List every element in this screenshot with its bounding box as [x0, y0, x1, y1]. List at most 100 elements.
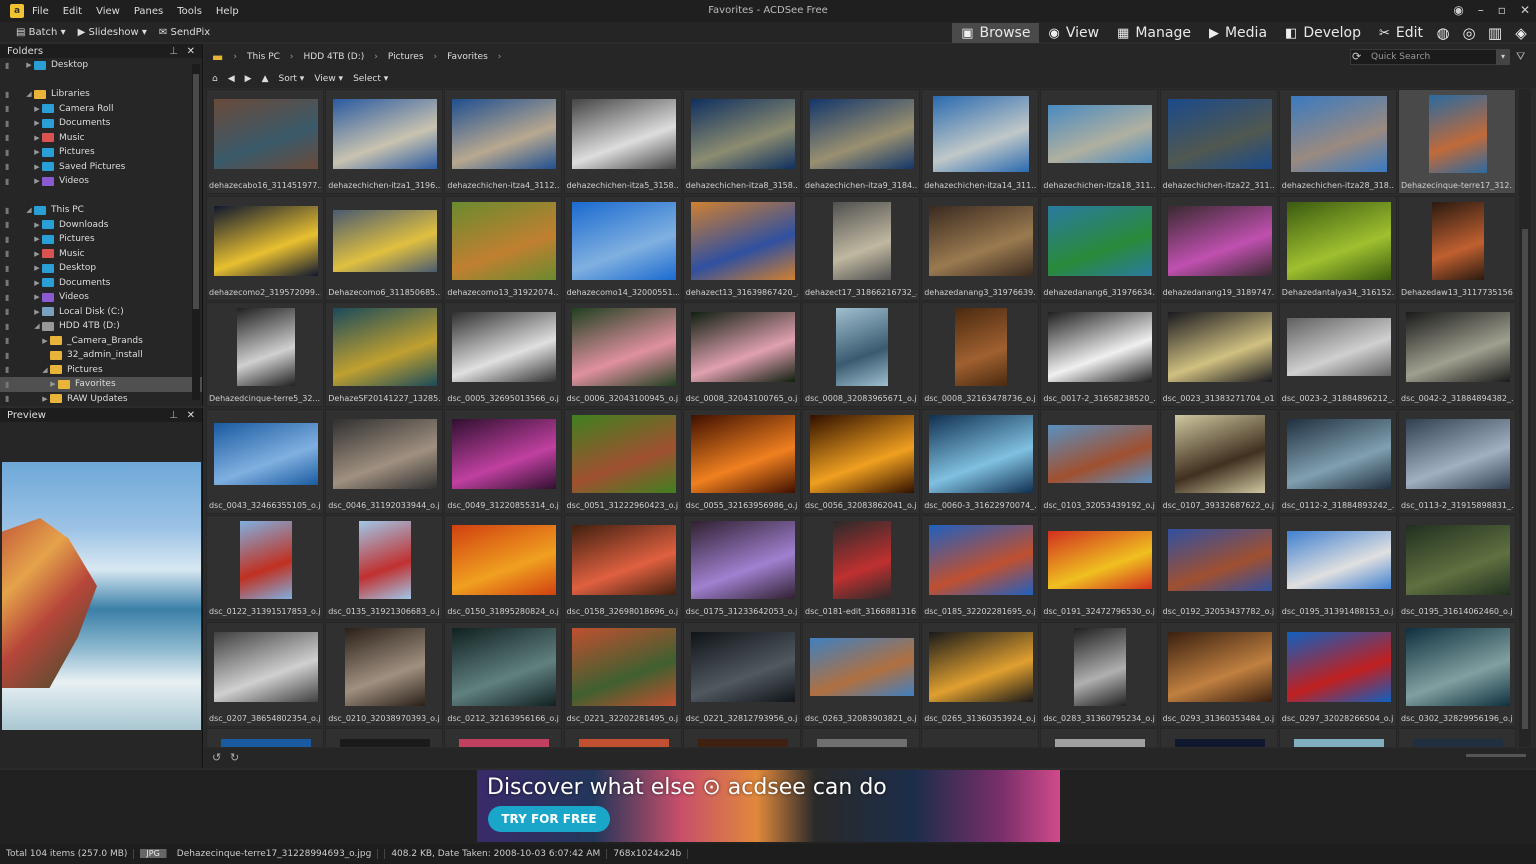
pin-icon[interactable]: ▮ [5, 394, 9, 403]
thumbnail-item[interactable] [921, 728, 1040, 747]
thumbnail-item[interactable]: dsc_0221_32812793956_o.j... [682, 621, 801, 727]
thumbnail-item[interactable] [1040, 728, 1159, 747]
thumbnail-item[interactable] [802, 728, 920, 747]
tab-browse[interactable]: ▣ Browse [952, 23, 1040, 43]
batch-button[interactable]: ▤ Batch ▾ [16, 27, 66, 38]
thumbnail-item[interactable]: dsc_0175_31233642053_o.j... [682, 515, 801, 620]
globe-icon[interactable]: ◍ [1432, 23, 1454, 43]
thumbnail-item[interactable]: Dehazedaw13_3117735156... [1398, 195, 1516, 301]
sendpix-button[interactable]: ✉ SendPix [159, 27, 210, 38]
breadcrumb-item[interactable]: HDD 4TB (D:) [304, 52, 365, 62]
thumbnail-item[interactable]: Dehazedantalya34_316152... [1278, 195, 1397, 301]
folder-item[interactable]: ▮ ◢ Libraries [0, 87, 202, 102]
thumbnail-item[interactable]: dsc_0195_31391488153_o.j... [1278, 515, 1397, 620]
pin-icon[interactable]: ▮ [5, 177, 9, 186]
minimize-button[interactable]: – [1478, 3, 1484, 17]
thumbnail-item[interactable]: dsc_0112-2_31884893242_... [1278, 408, 1397, 514]
expand-icon[interactable]: ▶ [40, 395, 50, 403]
quick-search-input[interactable]: Quick Search [1350, 49, 1510, 65]
thumbnail-item[interactable]: dehazechichen-itza8_3158... [682, 89, 801, 194]
thumbnail-item[interactable]: dehazecomo14_32000551... [563, 195, 682, 301]
thumbnail-item[interactable]: dehazecabo16_311451977... [206, 89, 324, 194]
pin-icon[interactable]: ▮ [5, 380, 9, 389]
pin-icon[interactable]: ▮ [5, 162, 9, 171]
search-dropdown-button[interactable]: ▾ [1496, 49, 1510, 65]
thumbnail-item[interactable]: dsc_0005_32695013566_o.j... [444, 302, 563, 407]
pin-icon[interactable]: ▮ [5, 206, 9, 215]
thumbnail-item[interactable]: dsc_0043_32466355105_o.j... [206, 408, 324, 514]
folder-item[interactable]: ▮ ◢ HDD 4TB (D:) [0, 319, 202, 334]
thumbnail-item[interactable]: dsc_0265_31360353924_o.j... [921, 621, 1040, 727]
thumbnail-item[interactable]: dehazecomo2_319572099... [206, 195, 324, 301]
menu-panes[interactable]: Panes [134, 6, 163, 17]
expand-icon[interactable]: ▶ [32, 119, 42, 127]
thumbnail-item[interactable]: dsc_0056_32083862041_o.j... [802, 408, 920, 514]
folder-item[interactable]: ▮ ▶ Pictures [0, 145, 202, 160]
forward-icon[interactable]: ▶ [245, 74, 252, 84]
thumbnail-item[interactable]: dsc_0042-2_31884894382_... [1398, 302, 1516, 407]
pin-icon[interactable]: ▮ [5, 293, 9, 302]
ad-banner[interactable]: Discover what else ⊙ acdsee can do TRY F… [477, 770, 1060, 842]
thumbnail-item[interactable]: dehazechichen-itza18_311... [1040, 89, 1159, 194]
folder-item[interactable]: ▮ ▶ Videos [0, 290, 202, 305]
close-pane-icon[interactable]: ✕ [187, 46, 195, 57]
thumbnail-item[interactable] [563, 728, 682, 747]
thumbnail-item[interactable]: dsc_0103_32053439192_o.j... [1040, 408, 1159, 514]
thumbnail-item[interactable]: dsc_0263_32083903821_o.j... [802, 621, 920, 727]
thumbnail-item[interactable]: dsc_0150_31895280824_o.j... [444, 515, 563, 620]
pin-icon[interactable]: ▮ [5, 278, 9, 287]
pin-icon[interactable]: ▮ [5, 351, 9, 360]
pin-icon[interactable]: ▮ [5, 235, 9, 244]
tab-develop[interactable]: ◧ Develop [1276, 23, 1370, 43]
folder-item[interactable]: ▮ ▶ Music [0, 247, 202, 262]
thumbnail-item[interactable]: dsc_0055_32163956986_o.j... [682, 408, 801, 514]
thumbnail-item[interactable]: dsc_0191_32472796530_o.j... [1040, 515, 1159, 620]
thumbnail-item[interactable]: dehazechichen-itza9_3184... [802, 89, 920, 194]
folder-item[interactable]: ▮ ▶ Downloads [0, 218, 202, 233]
thumbnail-item[interactable]: dehazechichen-itza22_311... [1159, 89, 1278, 194]
folder-item[interactable]: ▮ ▶ Desktop [0, 261, 202, 276]
thumbnail-item[interactable]: DehazeSF20141227_13285... [325, 302, 444, 407]
filter-icon[interactable]: ⛛ [1516, 50, 1525, 64]
expand-icon[interactable]: ▶ [32, 264, 42, 272]
folder-scrollbar[interactable] [192, 64, 200, 400]
folder-item[interactable]: ▮ ▶ Desktop [0, 58, 202, 73]
thumbnail-item[interactable]: dsc_0192_32053437782_o.j... [1159, 515, 1278, 620]
thumbnail-item[interactable]: dsc_0060-3_31622970074_... [921, 408, 1040, 514]
view-menu[interactable]: View ▾ [314, 74, 343, 84]
thumbnail-item[interactable]: dsc_0302_32829956196_o.j... [1398, 621, 1516, 727]
thumbnail-item[interactable]: dehazechichen-itza5_3158... [563, 89, 682, 194]
folder-item[interactable]: ▮ ▶ RAW Updates [0, 392, 202, 405]
thumbnail-item[interactable]: dsc_0008_32043100765_o.j... [682, 302, 801, 407]
zoom-slider[interactable] [1466, 754, 1526, 757]
thumbnail-item[interactable]: dsc_0023-2_31884896212_... [1278, 302, 1397, 407]
thumbnail-item[interactable]: dehazedanang19_3189747... [1159, 195, 1278, 301]
365-icon[interactable]: ◎ [1458, 23, 1480, 43]
try-for-free-button[interactable]: TRY FOR FREE [488, 806, 610, 832]
thumbnail-item[interactable]: dehazechichen-itza28_318... [1278, 89, 1397, 194]
maximize-button[interactable]: ▫ [1498, 3, 1506, 17]
scroll-thumb[interactable] [1522, 229, 1528, 729]
menu-view[interactable]: View [96, 6, 120, 17]
folder-item[interactable]: ▮ ▶ Videos [0, 174, 202, 189]
folder-item[interactable]: ▮ ▶ Local Disk (C:) [0, 305, 202, 320]
account-icon[interactable]: ◉ [1453, 3, 1463, 17]
thumbnail-item[interactable]: dsc_0006_32043100945_o.j... [563, 302, 682, 407]
thumbnail-item[interactable]: dsc_0049_31220855314_o.j... [444, 408, 563, 514]
thumbnail-item[interactable]: dsc_0017-2_31658238520_... [1040, 302, 1159, 407]
expand-icon[interactable]: ▶ [24, 61, 34, 69]
tab-media[interactable]: ▶ Media [1200, 23, 1276, 43]
expand-icon[interactable]: ▶ [32, 293, 42, 301]
expand-icon[interactable]: ◢ [40, 366, 50, 374]
thumbnail-item[interactable]: dsc_0008_32163478736_o.j... [921, 302, 1040, 407]
thumbnail-item[interactable]: dsc_0221_32202281495_o.j... [563, 621, 682, 727]
menu-edit[interactable]: Edit [63, 6, 82, 17]
thumbnail-item[interactable]: dsc_0008_32083965671_o.j... [802, 302, 920, 407]
thumbnail-item[interactable]: dsc_0023_31383271704_o1... [1159, 302, 1278, 407]
menu-file[interactable]: File [32, 6, 49, 17]
thumbnail-item[interactable]: dsc_0051_31222960423_o.j... [563, 408, 682, 514]
pin-icon[interactable]: ▮ [5, 365, 9, 374]
thumbnail-item[interactable]: dehazecomo13_31922074... [444, 195, 563, 301]
pin-icon[interactable]: ▮ [5, 90, 9, 99]
folder-item[interactable]: ▮ ▶ Favorites [0, 377, 202, 392]
